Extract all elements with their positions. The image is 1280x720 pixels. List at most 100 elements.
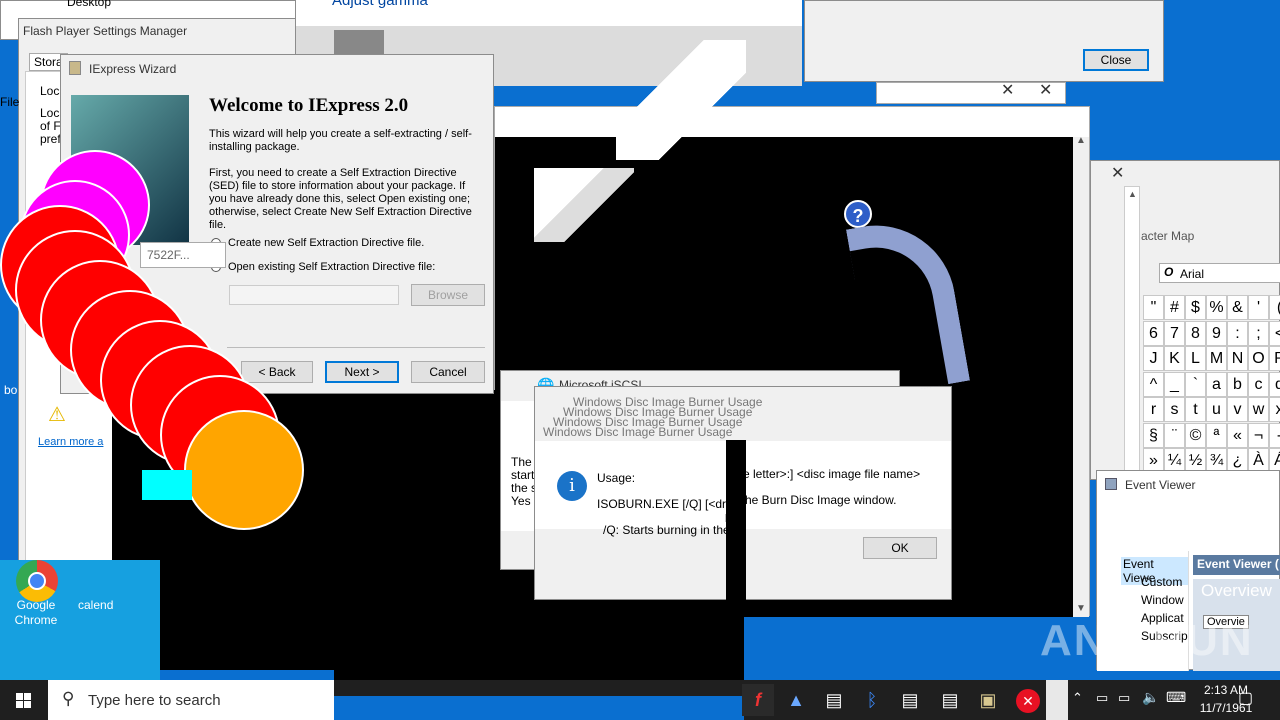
charmap-cell[interactable]: ` xyxy=(1185,371,1206,397)
scroll-down-icon[interactable]: ▼ xyxy=(1076,603,1086,614)
window-task-icon[interactable]: ▤ xyxy=(934,684,966,716)
close-icon[interactable]: ✕ xyxy=(1111,163,1124,183)
close-icon[interactable]: ✕ xyxy=(1039,80,1052,100)
charmap-cell[interactable]: a xyxy=(1206,371,1227,397)
window-task-icon[interactable]: ▤ xyxy=(818,684,850,716)
charmap-cell[interactable]: : xyxy=(1227,320,1248,346)
tray-chevron-icon[interactable]: ⌃ xyxy=(1072,690,1083,706)
charmap-cell[interactable]: 9 xyxy=(1206,320,1227,346)
file-menu-label[interactable]: File xyxy=(0,95,19,109)
option-open-label[interactable]: Open existing Self Extraction Directive … xyxy=(228,261,435,273)
charmap-cell[interactable]: 8 xyxy=(1185,320,1206,346)
flash-task-icon[interactable]: f xyxy=(742,684,774,716)
tree-custom[interactable]: Custom xyxy=(1141,575,1182,589)
charmap-cell[interactable]: d xyxy=(1269,371,1280,397)
charmap-cell[interactable]: J xyxy=(1143,346,1164,371)
chrome-label[interactable]: Google Chrome xyxy=(10,598,62,628)
charmap-cell[interactable]: 7 xyxy=(1164,320,1185,346)
browse-button[interactable]: Browse xyxy=(411,284,485,306)
ev-header-text: Event Viewer ( xyxy=(1197,557,1279,571)
charmap-cell[interactable]: x xyxy=(1269,397,1280,422)
charmap-cell[interactable]: ¬ xyxy=(1248,422,1269,448)
start-button[interactable] xyxy=(0,680,48,720)
learn-more-link[interactable]: Learn more a xyxy=(38,436,103,448)
charmap-cell[interactable]: " xyxy=(1143,295,1164,320)
usage-line1-tail: ve letter>:] <disc image file name> xyxy=(737,467,921,481)
charmap-cell[interactable]: b xyxy=(1227,371,1248,397)
cancel-button[interactable]: Cancel xyxy=(411,361,485,383)
ev-header: Event Viewer ( xyxy=(1193,555,1280,575)
character-map-window: ✕ acter Map O Arial "#$%&'(6789:;<JKLMNO… xyxy=(1090,160,1280,480)
charmap-cell[interactable]: ^ xyxy=(1143,371,1164,397)
app-task-icon[interactable]: ▲ xyxy=(780,684,812,716)
charmap-cell[interactable]: ¨ xyxy=(1164,422,1185,448)
charmap-cell[interactable]: ; xyxy=(1248,320,1269,346)
error-task-icon[interactable]: ✕ xyxy=(1012,684,1044,716)
bluetooth-task-icon[interactable]: ᛒ xyxy=(856,684,888,716)
desktop-label: Desktop xyxy=(67,0,112,9)
fragment-window: 7522F... xyxy=(140,242,226,268)
charmap-cell[interactable]: § xyxy=(1143,422,1164,448)
iscsi-line: start xyxy=(511,468,535,482)
charmap-cell[interactable]: K xyxy=(1164,346,1185,371)
charmap-scroll[interactable]: ▲ xyxy=(1124,186,1140,486)
charmap-cell[interactable]: c xyxy=(1248,371,1269,397)
charmap-cell[interactable]: & xyxy=(1227,295,1248,320)
ev-overview-title: Overview xyxy=(1201,581,1272,600)
console-scrollbar[interactable]: ▲ ▼ xyxy=(1073,135,1089,617)
charmap-cell[interactable]: « xyxy=(1227,422,1248,448)
charmap-cell[interactable]: v xyxy=(1227,397,1248,422)
charmap-cell[interactable]: $ xyxy=(1185,295,1206,320)
charmap-cell[interactable]: P xyxy=(1269,346,1280,371)
charmap-cell[interactable]: % xyxy=(1206,295,1227,320)
charmap-cell[interactable]: ' xyxy=(1248,295,1269,320)
charmap-cell[interactable]: t xyxy=(1185,397,1206,422)
close-button[interactable]: Close xyxy=(1083,49,1149,71)
option-create-label[interactable]: Create new Self Extraction Directive fil… xyxy=(228,237,424,249)
fragment-text: 7522F... xyxy=(147,248,190,262)
charmap-cell[interactable]: O xyxy=(1248,346,1269,371)
back-button[interactable]: < Back xyxy=(241,361,313,383)
charmap-cell[interactable]: u xyxy=(1206,397,1227,422)
sed-path-input[interactable] xyxy=(229,285,399,305)
tray-keyboard-icon[interactable]: ⌨ xyxy=(1166,689,1186,706)
charmap-cell[interactable]: s xyxy=(1164,397,1185,422)
charmap-grid: "#$%&'(6789:;< JKLMNOP ^_`abcd rstuvwx §¨©ª«… xyxy=(1143,295,1280,473)
ok-button[interactable]: OK xyxy=(863,537,937,559)
charmap-cell[interactable]: L xyxy=(1185,346,1206,371)
tray-volume-icon[interactable]: 🔈 xyxy=(1142,689,1159,706)
adjust-gamma-link[interactable]: Adjust gamma xyxy=(332,0,428,9)
calendar-label[interactable]: calend xyxy=(78,598,113,612)
notification-icon[interactable]: ▢ xyxy=(1238,688,1253,708)
charmap-cell[interactable]: ª xyxy=(1206,422,1227,448)
dialog-close-window: Close xyxy=(804,0,1164,82)
taskbar-search[interactable]: ⚲ Type here to search xyxy=(48,680,334,720)
charmap-cell[interactable]: < xyxy=(1269,320,1280,346)
cyan-glitch xyxy=(142,470,192,500)
window-task-icon[interactable]: ▤ xyxy=(894,684,926,716)
tree-windows[interactable]: Window xyxy=(1141,593,1184,607)
event-viewer-icon xyxy=(1105,478,1117,490)
iexpress-intro: This wizard will help you create a self-… xyxy=(209,128,472,153)
charmap-cell[interactable]: w xyxy=(1248,397,1269,422)
charmap-cell[interactable]: © xyxy=(1185,422,1206,448)
font-select[interactable]: O Arial xyxy=(1159,263,1280,283)
charmap-cell[interactable]: - xyxy=(1269,422,1280,448)
chrome-icon[interactable] xyxy=(16,560,58,602)
charmap-cell[interactable]: ( xyxy=(1269,295,1280,320)
package-task-icon[interactable]: ▣ xyxy=(972,684,1004,716)
scroll-glitch xyxy=(1046,680,1068,720)
scroll-up-icon[interactable]: ▲ xyxy=(1076,135,1086,146)
isoburn-glitch-black xyxy=(726,440,746,610)
charmap-cell[interactable]: _ xyxy=(1164,371,1185,397)
charmap-cell[interactable]: 6 xyxy=(1143,320,1164,346)
charmap-cell[interactable]: # xyxy=(1164,295,1185,320)
close-icon[interactable]: ✕ xyxy=(1001,80,1014,100)
tray-monitor-icon[interactable]: ▭ xyxy=(1118,690,1130,706)
next-button[interactable]: Next > xyxy=(325,361,399,383)
charmap-cell[interactable]: M xyxy=(1206,346,1227,371)
tray-network-icon[interactable]: ▭ xyxy=(1096,690,1108,706)
charmap-cell[interactable]: r xyxy=(1143,397,1164,422)
charmap-cell[interactable]: N xyxy=(1227,346,1248,371)
scroll-up-icon[interactable]: ▲ xyxy=(1128,189,1137,199)
